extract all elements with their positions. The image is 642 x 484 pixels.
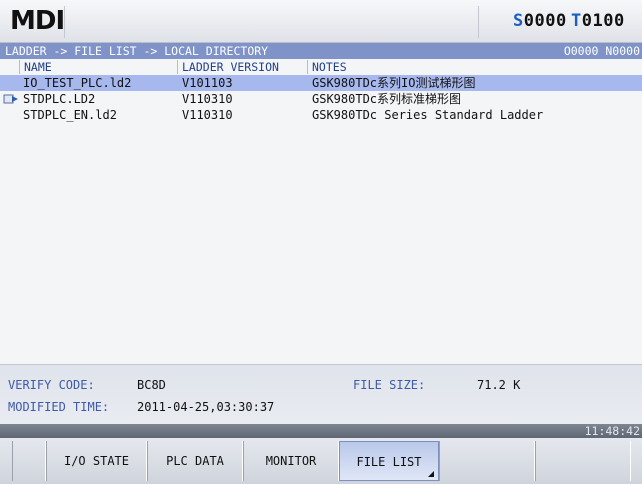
softkey-blank[interactable] xyxy=(535,441,631,481)
table-row[interactable]: STDPLC.LD2 V110310 GSK980TDc系列标准梯形图 xyxy=(0,91,642,107)
file-notes: GSK980TDc Series Standard Ladder xyxy=(312,108,544,122)
spindle-speed: S0000 xyxy=(513,11,567,31)
file-name: IO_TEST_PLC.ld2 xyxy=(23,76,132,90)
verify-code-label: VERIFY CODE: xyxy=(8,378,95,392)
spindle-value: 0000 xyxy=(523,11,567,31)
mode-indicator: MDI xyxy=(10,6,65,36)
verify-code-value: BC8D xyxy=(137,378,166,392)
column-header-version[interactable]: LADDER VERSION xyxy=(177,60,279,74)
ladder-version: V101103 xyxy=(182,76,233,90)
softkey-file-list-label: FILE LIST xyxy=(356,455,422,469)
tool-value: 0100 xyxy=(581,11,625,31)
softkey-blank[interactable] xyxy=(439,441,535,481)
spindle-prefix: S xyxy=(513,11,524,31)
softkey-blank[interactable] xyxy=(12,441,46,481)
file-info-panel: VERIFY CODE: BC8D FILE SIZE: 71.2 K MODI… xyxy=(0,364,642,425)
column-header-notes[interactable]: NOTES xyxy=(307,60,347,74)
current-file-icon xyxy=(3,94,18,104)
file-name: STDPLC_EN.ld2 xyxy=(23,108,117,122)
table-header: NAME LADDER VERSION NOTES xyxy=(0,60,642,74)
tool-number: T0100 xyxy=(571,11,625,31)
modified-time-value: 2011-04-25,03:30:37 xyxy=(137,400,275,414)
ladder-version: V110310 xyxy=(182,108,233,122)
file-notes: GSK980TDc系列IO测试梯形图 xyxy=(312,76,476,90)
file-size-value: 71.2 K xyxy=(477,378,521,392)
tool-prefix: T xyxy=(571,11,582,31)
title-bar: MDI S0000 T0100 xyxy=(0,0,642,43)
table-row[interactable]: IO_TEST_PLC.ld2 V101103 GSK980TDc系列IO测试梯… xyxy=(0,75,642,91)
file-size-label: FILE SIZE: xyxy=(353,378,426,392)
softkey-file-list[interactable]: FILE LIST xyxy=(339,441,439,481)
file-notes: GSK980TDc系列标准梯形图 xyxy=(312,92,462,106)
table-row[interactable]: STDPLC_EN.ld2 V110310 GSK980TDc Series S… xyxy=(0,107,642,123)
file-list: NAME LADDER VERSION NOTES IO_TEST_PLC.ld… xyxy=(0,59,642,364)
submenu-corner-icon xyxy=(428,471,434,477)
path-bar: LADDER -> FILE LIST -> LOCAL DIRECTORY O… xyxy=(0,43,642,59)
program-number: O0000 N0000 xyxy=(563,44,640,58)
file-name: STDPLC.LD2 xyxy=(23,92,96,106)
ladder-version: V110310 xyxy=(182,92,233,106)
breadcrumb: LADDER -> FILE LIST -> LOCAL DIRECTORY xyxy=(5,44,269,58)
status-bar: 11:48:42 xyxy=(0,424,642,438)
modified-time-label: MODIFIED TIME: xyxy=(8,400,110,414)
softkey-monitor[interactable]: MONITOR xyxy=(243,441,339,481)
title-divider xyxy=(478,6,479,38)
softkey-bar: I/O STATE PLC DATA MONITOR FILE LIST xyxy=(0,438,642,484)
title-divider xyxy=(64,6,65,38)
softkey-io-state[interactable]: I/O STATE xyxy=(46,441,147,481)
softkey-plc-data[interactable]: PLC DATA xyxy=(147,441,243,481)
column-header-name[interactable]: NAME xyxy=(19,60,52,74)
clock: 11:48:42 xyxy=(584,424,640,438)
